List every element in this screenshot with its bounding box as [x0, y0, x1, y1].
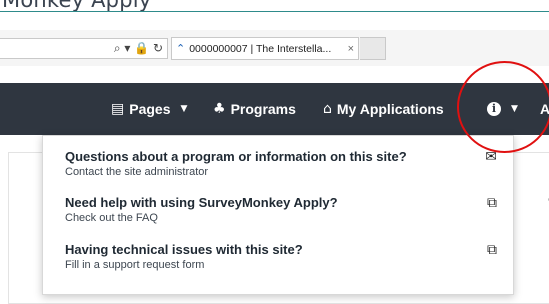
browser-toolbar: ⌕ ▾ 🔒 ↻ ⌃ 0000000007 | The Interstella..… [0, 30, 549, 66]
help-item-title: Having technical issues with this site? [65, 242, 303, 257]
help-item-title: Questions about a program or information… [65, 149, 407, 164]
address-bar-icons[interactable]: ⌕ ▾ 🔒 ↻ [114, 41, 163, 56]
help-item-support-request[interactable]: Having technical issues with this site? … [65, 242, 505, 271]
nav-my-applications-label: My Applications [336, 101, 444, 117]
help-item-contact-admin[interactable]: Questions about a program or information… [65, 149, 505, 178]
tab-title: 0000000007 | The Interstella... [189, 42, 332, 55]
nav-programs-label: Programs [230, 101, 296, 117]
help-item-title: Need help with using SurveyMonkey Apply? [65, 195, 338, 210]
external-link-icon: ⧉ [487, 195, 497, 211]
help-item-faq[interactable]: Need help with using SurveyMonkey Apply?… [65, 195, 505, 224]
browser-tab[interactable]: ⌃ 0000000007 | The Interstella... × [171, 37, 359, 60]
nav-pages[interactable]: ▤ Pages ▼ [111, 83, 187, 135]
address-bar[interactable]: ⌕ ▾ 🔒 ↻ [0, 38, 168, 59]
nav-programs[interactable]: ♣ Programs [213, 83, 296, 135]
help-item-subtitle: Fill in a support request form [65, 259, 205, 271]
new-tab-button[interactable] [360, 37, 386, 60]
tab-close-icon[interactable]: × [348, 43, 354, 55]
pages-icon: ▤ [111, 101, 125, 117]
help-item-subtitle: Contact the site administrator [65, 166, 209, 178]
help-dropdown-menu: Questions about a program or information… [42, 135, 514, 295]
highlight-circle [457, 61, 549, 153]
chevron-down-icon: ▼ [180, 104, 188, 114]
external-link-icon: ⧉ [487, 242, 497, 258]
home-icon: ⌂ [323, 101, 332, 117]
title-underline [0, 11, 549, 12]
nav-my-applications[interactable]: ⌂ My Applications [323, 83, 444, 135]
nav-pages-label: Pages [129, 101, 171, 117]
help-item-subtitle: Check out the FAQ [65, 212, 158, 224]
programs-icon: ♣ [213, 101, 226, 117]
site-favicon-icon: ⌃ [176, 42, 186, 55]
